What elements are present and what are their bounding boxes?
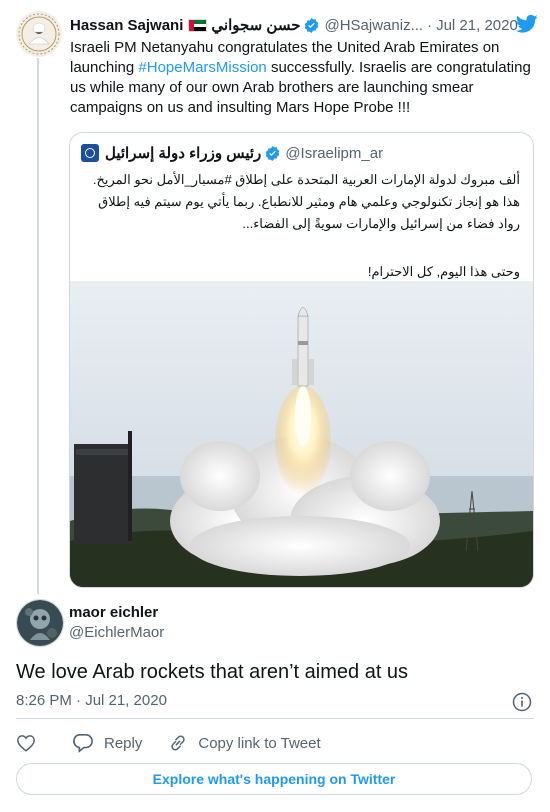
author-name[interactable]: Hassan Sajwani [70,17,183,34]
rocket-launch-image[interactable] [70,281,533,587]
reply-button[interactable]: Reply [72,733,142,753]
tweet-header: Hassan Sajwani حسن سجواني @HSajwaniz... … [70,14,540,36]
quoted-paragraph: وحتى هذا اليوم, كل الاحترام! [367,264,520,279]
tweet-date[interactable]: Jul 21, 2020 [436,17,518,34]
comment-icon [73,734,93,753]
uae-flag-icon [188,18,208,32]
author-handle[interactable]: @HSajwaniz... [324,17,423,34]
quoted-tweet[interactable]: رئيس وزراء دولة إسرائيل @Israelipm_ar أل… [69,132,534,588]
quoted-tweet-text: ألف مبروك لدولة الإمارات العربية المتحدة… [80,169,520,283]
reply-tweet-text: We love Arab rockets that aren’t aimed a… [16,661,409,683]
verified-badge-icon [266,145,280,161]
israel-emblem-icon [81,144,99,162]
verified-badge-icon [305,17,319,33]
tweet-embed: Hassan Sajwani حسن سجواني @HSajwaniz... … [0,0,550,812]
author-name-arabic[interactable]: حسن سجواني [211,16,300,34]
reply-author-handle[interactable]: @EichlerMaor [69,624,164,641]
info-icon[interactable] [512,692,532,712]
quoted-paragraph: ألف مبروك لدولة الإمارات العربية المتحدة… [92,172,520,231]
reply-author-name[interactable]: maor eichler [69,604,158,621]
divider [16,718,534,719]
reply-label: Reply [104,734,143,752]
heart-icon [17,735,35,752]
avatar[interactable] [16,11,62,57]
action-bar: Reply Copy link to Tweet [16,731,347,755]
avatar[interactable] [16,599,64,647]
twitter-bird-icon[interactable] [516,14,538,34]
parent-tweet[interactable]: Hassan Sajwani حسن سجواني @HSajwaniz... … [0,0,550,596]
reply-timestamp[interactable]: 8:26 PM · Jul 21, 2020 [16,692,167,709]
explore-twitter-button[interactable]: Explore what's happening on Twitter [16,763,532,795]
link-icon [171,735,186,751]
quoted-author-handle: @Israelipm_ar [285,144,384,162]
copy-link-button[interactable]: Copy link to Tweet [168,733,321,753]
separator-dot: · [427,16,433,34]
hashtag-link[interactable]: #HopeMarsMission [138,59,266,76]
quoted-tweet-header: رئيس وزراء دولة إسرائيل @Israelipm_ar [81,144,383,162]
quoted-author-name: رئيس وزراء دولة إسرائيل [105,145,262,162]
copy-link-label: Copy link to Tweet [198,734,321,752]
like-button[interactable] [16,734,46,752]
tweet-text: Israeli PM Netanyahu congratulates the U… [70,38,536,118]
thread-line [37,58,39,594]
